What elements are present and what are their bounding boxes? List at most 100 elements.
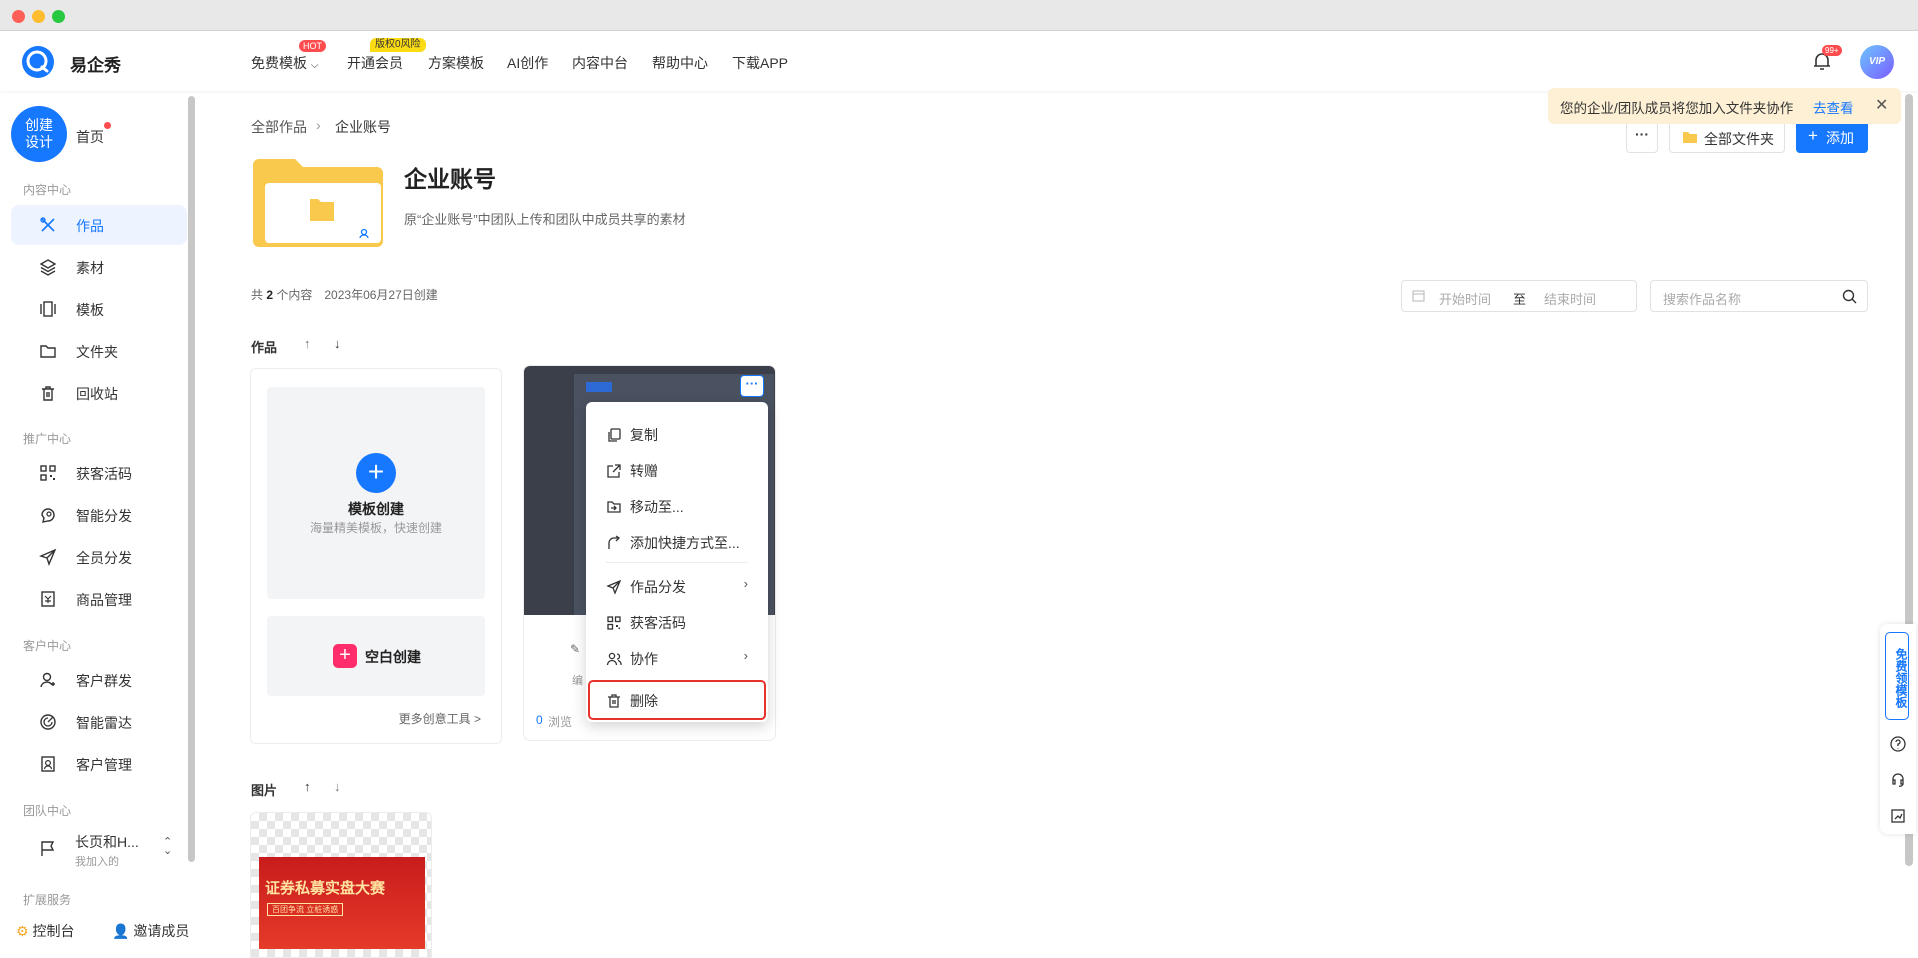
views-label: 浏览 (548, 715, 573, 729)
customer-service-icon[interactable] (1890, 772, 1906, 793)
date-end-input[interactable]: 结束时间 (1544, 289, 1596, 308)
sidebar-item-recycle-bin[interactable]: 回收站 (11, 373, 187, 413)
brand-name: 易企秀 (70, 56, 121, 75)
sidebar-item-customer-broadcast[interactable]: 客户群发 (11, 660, 187, 700)
create-design-button[interactable]: 创建设计 (11, 106, 67, 162)
date-range-picker[interactable]: 开始时间 至 结束时间 (1401, 280, 1637, 312)
section-team: 团队中心 (23, 804, 72, 818)
sort-desc-icon[interactable]: ↓ (334, 336, 341, 351)
menu-transfer[interactable]: 转赠 (586, 452, 768, 488)
blank-create-label: 空白创建 (365, 649, 421, 665)
menu-lead-qrcode[interactable]: 获客活码 (586, 604, 768, 640)
free-templates-button[interactable]: 免费领模板 (1885, 632, 1909, 720)
brand-logo-icon[interactable] (22, 46, 54, 78)
move-icon (606, 499, 622, 515)
section-customer: 客户中心 (23, 639, 72, 653)
sidebar-item-smart-radar[interactable]: 智能雷达 (11, 702, 187, 742)
gear-icon: ⚙ (16, 923, 29, 939)
blank-create-tile[interactable]: + 空白创建 (267, 616, 485, 696)
sidebar-item-folders[interactable]: 文件夹 (11, 331, 187, 371)
send-icon (606, 579, 622, 595)
menu-copy[interactable]: 复制 (586, 416, 768, 452)
menu-move-to[interactable]: 移动至... (586, 488, 768, 524)
minimize-window-button[interactable] (32, 10, 45, 23)
nav-solutions[interactable]: 方案模板 (428, 53, 484, 73)
maximize-window-button[interactable] (52, 10, 65, 23)
sidebar-scrollbar[interactable] (188, 96, 195, 862)
nav-membership[interactable]: 开通会员 (347, 53, 403, 73)
collab-icon (606, 651, 622, 667)
tools-icon (39, 216, 57, 234)
more-options-button[interactable]: ··· (740, 375, 764, 397)
template-create-subtitle: 海量精美模板，快速创建 (309, 521, 442, 535)
home-dot-badge (104, 122, 111, 129)
trash-icon (606, 693, 622, 709)
collaboration-toast: 您的企业/团队成员将您加入文件夹协作 去查看 ✕ (1548, 88, 1901, 124)
menu-work-distribution[interactable]: 作品分发 › (586, 568, 768, 604)
add-button[interactable]: + 添加 (1796, 121, 1868, 153)
sort-desc-icon[interactable]: ↓ (334, 779, 341, 794)
sidebar-item-works[interactable]: 作品 (11, 205, 187, 245)
trash-icon (39, 384, 57, 402)
close-icon[interactable]: ✕ (1875, 95, 1888, 115)
template-create-tile[interactable]: + 模板创建 海量精美模板，快速创建 (267, 387, 485, 599)
sidebar-item-lead-qrcode[interactable]: 获客活码 (11, 453, 187, 493)
sidebar-item-smart-distribution[interactable]: 智能分发 (11, 495, 187, 535)
works-section-label: 作品 (251, 340, 278, 355)
add-label: 添加 (1826, 130, 1854, 146)
share-out-icon (606, 463, 622, 479)
team-switcher[interactable]: 长页和H... 我加入的 ⌃ ⌄ (11, 826, 187, 872)
search-works-input[interactable]: 搜索作品名称 (1650, 280, 1868, 312)
help-icon[interactable] (1890, 736, 1906, 757)
menu-add-shortcut[interactable]: 添加快捷方式至... (586, 524, 768, 560)
breadcrumb-all-works[interactable]: 全部作品 (251, 117, 307, 137)
nav-ai[interactable]: AI创作 (507, 53, 548, 73)
folder-description: 原“企业账号”中团队上传和团队中成员共享的素材 (404, 212, 686, 227)
radar-icon (39, 713, 57, 731)
template-icon (39, 300, 57, 318)
sort-asc-icon[interactable]: ↑ (304, 779, 311, 794)
search-icon[interactable] (1842, 289, 1857, 307)
image-card[interactable]: 证券私募实盘大赛 百团争流 立桩诱惑 (250, 812, 432, 958)
right-float-panel: 免费领模板 (1880, 624, 1916, 834)
menu-delete[interactable]: 删除 (588, 680, 766, 720)
nav-free-templates[interactable]: 免费模板 ⌵ (251, 53, 318, 73)
plus-square-icon: + (333, 644, 357, 668)
sidebar-item-home[interactable]: 首页 (76, 127, 104, 147)
sort-asc-icon[interactable]: ↑ (304, 336, 311, 351)
feedback-icon[interactable] (1890, 808, 1906, 829)
close-window-button[interactable] (12, 10, 25, 23)
layers-icon (39, 258, 57, 276)
calendar-icon (1412, 289, 1425, 305)
sidebar-item-label: 回收站 (76, 386, 118, 402)
sidebar-item-templates[interactable]: 模板 (11, 289, 187, 329)
qrcode-icon (39, 464, 57, 482)
toast-view-link[interactable]: 去查看 (1813, 97, 1854, 117)
sidebar-item-label: 智能分发 (76, 508, 132, 524)
nav-help[interactable]: 帮助中心 (652, 53, 708, 73)
section-promotion: 推广中心 (23, 432, 72, 446)
plus-icon: + (356, 453, 396, 493)
breadcrumb-current: 企业账号 (335, 119, 391, 135)
vip-avatar[interactable]: VIP (1860, 45, 1894, 79)
sidebar-item-label: 模板 (76, 302, 104, 318)
nav-download-app[interactable]: 下载APP (732, 53, 788, 73)
edit-icon[interactable]: ✎ (570, 642, 580, 656)
all-folders-button[interactable]: 全部文件夹 (1669, 121, 1785, 153)
more-tools-link[interactable]: 更多创意工具 > (399, 710, 481, 727)
invite-members-link[interactable]: 👤 邀请成员 (112, 921, 189, 941)
poster-title: 证券私募实盘大赛 (265, 879, 386, 897)
date-start-input[interactable]: 开始时间 (1439, 289, 1491, 308)
console-link[interactable]: ⚙ 控制台 (16, 921, 74, 941)
date-separator: 至 (1513, 292, 1527, 307)
team-sub: 我加入的 (75, 856, 119, 868)
sidebar-item-materials[interactable]: 素材 (11, 247, 187, 287)
menu-collaboration[interactable]: 协作 › (586, 640, 768, 676)
nav-content-hub[interactable]: 内容中台 (572, 53, 628, 73)
sidebar-item-customer-management[interactable]: 客户管理 (11, 744, 187, 784)
sidebar-item-goods[interactable]: 商品管理 (11, 579, 187, 619)
more-actions-button[interactable]: ··· (1626, 121, 1658, 153)
hot-badge: HOT (299, 40, 326, 52)
shortcut-icon (606, 535, 622, 551)
sidebar-item-all-staff-distribution[interactable]: 全员分发 (11, 537, 187, 577)
